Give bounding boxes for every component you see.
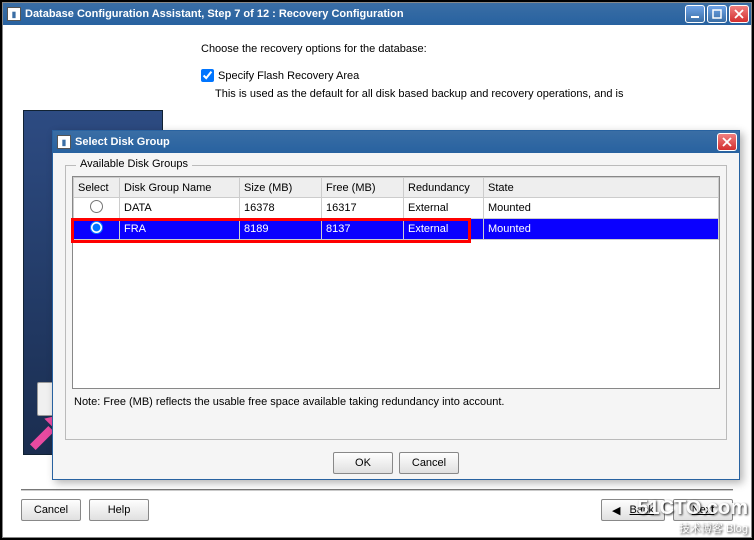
col-select[interactable]: Select [74,178,120,198]
parent-title: ▮ Database Configuration Assistant, Step… [7,7,404,21]
window-controls [685,5,749,23]
specify-label: Specify Flash Recovery Area [218,70,359,82]
dialog-buttons: OK Cancel [53,452,739,474]
table-row[interactable]: DATA 16378 16317 External Mounted [74,198,719,219]
disk-group-table: Select Disk Group Name Size (MB) Free (M… [73,177,719,240]
col-name[interactable]: Disk Group Name [120,178,240,198]
select-radio-fra[interactable] [90,221,103,234]
cell-redundancy: External [404,198,484,219]
note-text: Note: Free (MB) reflects the usable free… [72,394,720,410]
specify-flash-recovery-checkbox[interactable] [201,69,214,82]
dialog-cancel-button[interactable]: Cancel [399,452,459,474]
app-icon: ▮ [57,135,71,149]
disk-group-table-wrap: Select Disk Group Name Size (MB) Free (M… [72,176,720,389]
table-header-row: Select Disk Group Name Size (MB) Free (M… [74,178,719,198]
app-icon: ▮ [7,7,21,21]
dialog-titlebar: ▮ Select Disk Group [53,131,739,153]
available-disk-groups-box: Available Disk Groups Select Disk Group … [65,165,727,440]
watermark-small: 技术博客 Blog [637,520,748,536]
maximize-button[interactable] [707,5,727,23]
select-disk-group-dialog: ▮ Select Disk Group Available Disk Group… [52,130,740,480]
specify-description: This is used as the default for all disk… [215,86,733,104]
select-radio-data[interactable] [90,200,103,213]
close-button[interactable] [729,5,749,23]
col-free[interactable]: Free (MB) [322,178,404,198]
cell-state: Mounted [484,198,719,219]
dialog-title-text: Select Disk Group [75,136,170,148]
specify-row: Specify Flash Recovery Area [201,69,733,82]
dialog-close-button[interactable] [717,133,737,151]
cell-size: 16378 [240,198,322,219]
cell-size: 8189 [240,219,322,240]
cell-free: 8137 [322,219,404,240]
cell-redundancy: External [404,219,484,240]
help-button[interactable]: Help [89,499,149,521]
parent-titlebar: ▮ Database Configuration Assistant, Step… [3,3,751,25]
watermark-big: 51CTO.com [637,497,748,520]
cancel-button[interactable]: Cancel [21,499,81,521]
cell-name: DATA [120,198,240,219]
parent-title-text: Database Configuration Assistant, Step 7… [25,8,404,20]
cell-name: FRA [120,219,240,240]
dialog-title: ▮ Select Disk Group [57,135,170,149]
cell-free: 16317 [322,198,404,219]
back-arrow-icon: ◀ [612,504,620,517]
main-content: Choose the recovery options for the data… [201,43,733,104]
col-state[interactable]: State [484,178,719,198]
ok-button[interactable]: OK [333,452,393,474]
table-row[interactable]: FRA 8189 8137 External Mounted [74,219,719,240]
col-redundancy[interactable]: Redundancy [404,178,484,198]
wizard-footer: Cancel Help ◀ Back Next [21,489,733,521]
watermark: 51CTO.com 技术博客 Blog [637,497,748,536]
choose-label: Choose the recovery options for the data… [201,43,733,55]
col-size[interactable]: Size (MB) [240,178,322,198]
cell-state: Mounted [484,219,719,240]
minimize-button[interactable] [685,5,705,23]
group-label: Available Disk Groups [76,158,192,170]
